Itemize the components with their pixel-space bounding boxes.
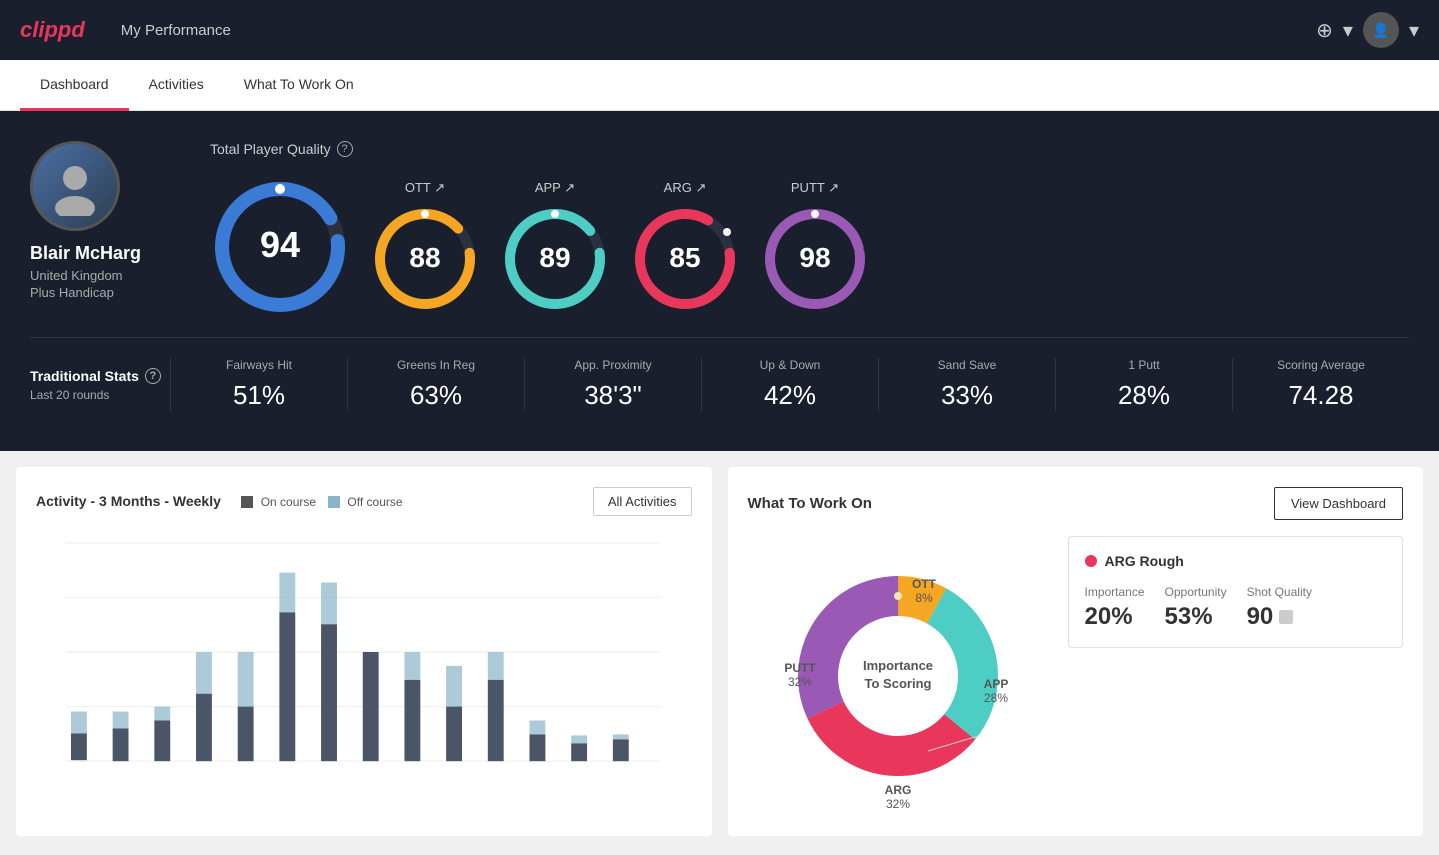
- svg-text:32%: 32%: [885, 797, 909, 811]
- tab-dashboard[interactable]: Dashboard: [20, 60, 129, 111]
- player-handicap: Plus Handicap: [30, 285, 180, 300]
- stat-fairways: Fairways Hit 51%: [170, 358, 347, 411]
- trad-stats-title: Traditional Stats ?: [30, 368, 170, 384]
- wtw-metrics: Importance 20% Opportunity 53% Shot Qual…: [1085, 585, 1387, 631]
- player-info: Blair McHarg United Kingdom Plus Handica…: [30, 141, 180, 300]
- header-left: clippd My Performance: [20, 17, 231, 43]
- quality-info-icon[interactable]: ?: [337, 141, 353, 157]
- wtw-info-card: ARG Rough Importance 20% Opportunity 53%…: [1068, 536, 1404, 648]
- player-name: Blair McHarg: [30, 243, 180, 264]
- hero-section: Blair McHarg United Kingdom Plus Handica…: [0, 111, 1439, 451]
- svg-text:98: 98: [799, 242, 830, 273]
- arg-gauge: ARG ↗ 85: [630, 180, 740, 314]
- metric-shotquality: Shot Quality 90: [1247, 585, 1312, 631]
- tab-what-to-work-on[interactable]: What To Work On: [224, 60, 374, 111]
- wtw-header: What To Work On View Dashboard: [748, 487, 1404, 520]
- bottom-section: Activity - 3 Months - Weekly On course O…: [0, 451, 1439, 852]
- gauges: 94 OTT ↗ 88 APP ↗: [210, 177, 1409, 317]
- trad-period: Last 20 rounds: [30, 388, 170, 402]
- wtw-info-title: ARG Rough: [1085, 553, 1387, 569]
- add-icon[interactable]: ⊕: [1316, 18, 1333, 43]
- metric-shotquality-label: Shot Quality: [1247, 585, 1312, 599]
- wtw-dot: [1085, 555, 1097, 567]
- svg-text:94: 94: [260, 224, 300, 265]
- putt-label: PUTT ↗: [791, 180, 839, 196]
- main-gauge: 94: [210, 177, 350, 317]
- svg-text:8%: 8%: [915, 591, 933, 605]
- svg-text:ARG: ARG: [884, 783, 911, 797]
- app-gauge: APP ↗ 89: [500, 180, 610, 314]
- svg-text:Importance: Importance: [862, 658, 932, 673]
- svg-text:88: 88: [409, 242, 440, 273]
- stat-scoring: Scoring Average 74.28: [1232, 358, 1409, 411]
- arg-label: ARG ↗: [664, 180, 707, 196]
- ott-gauge: OTT ↗ 88: [370, 180, 480, 314]
- stat-updown: Up & Down 42%: [701, 358, 878, 411]
- chart-header: Activity - 3 Months - Weekly On course O…: [36, 487, 692, 516]
- legend-oncourse: On course: [241, 495, 316, 509]
- app-label: APP ↗: [535, 180, 575, 196]
- stat-greens: Greens In Reg 63%: [347, 358, 524, 411]
- chevron-icon[interactable]: ▾: [1343, 18, 1353, 43]
- player-country: United Kingdom: [30, 268, 180, 283]
- ott-label: OTT ↗: [405, 180, 445, 196]
- activity-chart-card: Activity - 3 Months - Weekly On course O…: [16, 467, 712, 836]
- svg-text:89: 89: [539, 242, 570, 273]
- metric-opportunity-label: Opportunity: [1165, 585, 1227, 599]
- metric-opportunity-value: 53%: [1165, 603, 1227, 631]
- legend-offcourse: Off course: [328, 495, 402, 509]
- header-title: My Performance: [121, 22, 231, 39]
- donut-svg: Importance To Scoring OTT 8% APP 28% ARG…: [748, 536, 1048, 816]
- chart-area: 8 6 4 2 0: [36, 532, 692, 797]
- player-avatar: [30, 141, 120, 231]
- chart-title: Activity - 3 Months - Weekly: [36, 493, 221, 509]
- svg-text:PUTT: PUTT: [784, 661, 816, 675]
- metric-importance-label: Importance: [1085, 585, 1145, 599]
- svg-text:OTT: OTT: [912, 577, 937, 591]
- svg-text:28%: 28%: [983, 691, 1007, 705]
- quality-label: Total Player Quality ?: [210, 141, 1409, 157]
- metric-importance: Importance 20%: [1085, 585, 1145, 631]
- metric-importance-value: 20%: [1085, 603, 1145, 631]
- stat-sandsave: Sand Save 33%: [878, 358, 1055, 411]
- metric-shotquality-value: 90: [1247, 603, 1274, 631]
- trad-stats-label: Traditional Stats ? Last 20 rounds: [30, 368, 170, 402]
- trad-info-icon[interactable]: ?: [145, 368, 161, 384]
- svg-text:To Scoring: To Scoring: [864, 676, 931, 691]
- putt-gauge: PUTT ↗ 98: [760, 180, 870, 314]
- donut-chart-wrap: Importance To Scoring OTT 8% APP 28% ARG…: [748, 536, 1048, 816]
- header: clippd My Performance ⊕ ▾ 👤 ▾: [0, 0, 1439, 60]
- wtw-content: Importance To Scoring OTT 8% APP 28% ARG…: [748, 536, 1404, 816]
- quality-section: Total Player Quality ? 94 OTT ↗: [210, 141, 1409, 317]
- what-to-work-on-card: What To Work On View Dashboard: [728, 467, 1424, 836]
- wtw-title: What To Work On: [748, 495, 872, 512]
- shot-quality-indicator: [1279, 610, 1293, 624]
- avatar[interactable]: 👤: [1363, 12, 1399, 48]
- traditional-stats: Traditional Stats ? Last 20 rounds Fairw…: [30, 358, 1409, 411]
- avatar-chevron-icon[interactable]: ▾: [1409, 18, 1419, 43]
- all-activities-button[interactable]: All Activities: [593, 487, 692, 516]
- header-right: ⊕ ▾ 👤 ▾: [1316, 12, 1419, 48]
- view-dashboard-button[interactable]: View Dashboard: [1274, 487, 1403, 520]
- logo: clippd: [20, 17, 85, 43]
- stat-1putt: 1 Putt 28%: [1055, 358, 1232, 411]
- tab-activities[interactable]: Activities: [129, 60, 224, 111]
- svg-text:32%: 32%: [787, 675, 811, 689]
- bar-chart-svg: 8 6 4 2 0: [66, 542, 662, 762]
- metric-opportunity: Opportunity 53%: [1165, 585, 1227, 631]
- nav-tabs: Dashboard Activities What To Work On: [0, 60, 1439, 111]
- svg-text:APP: APP: [983, 677, 1008, 691]
- svg-text:85: 85: [669, 242, 700, 273]
- stat-proximity: App. Proximity 38'3": [524, 358, 701, 411]
